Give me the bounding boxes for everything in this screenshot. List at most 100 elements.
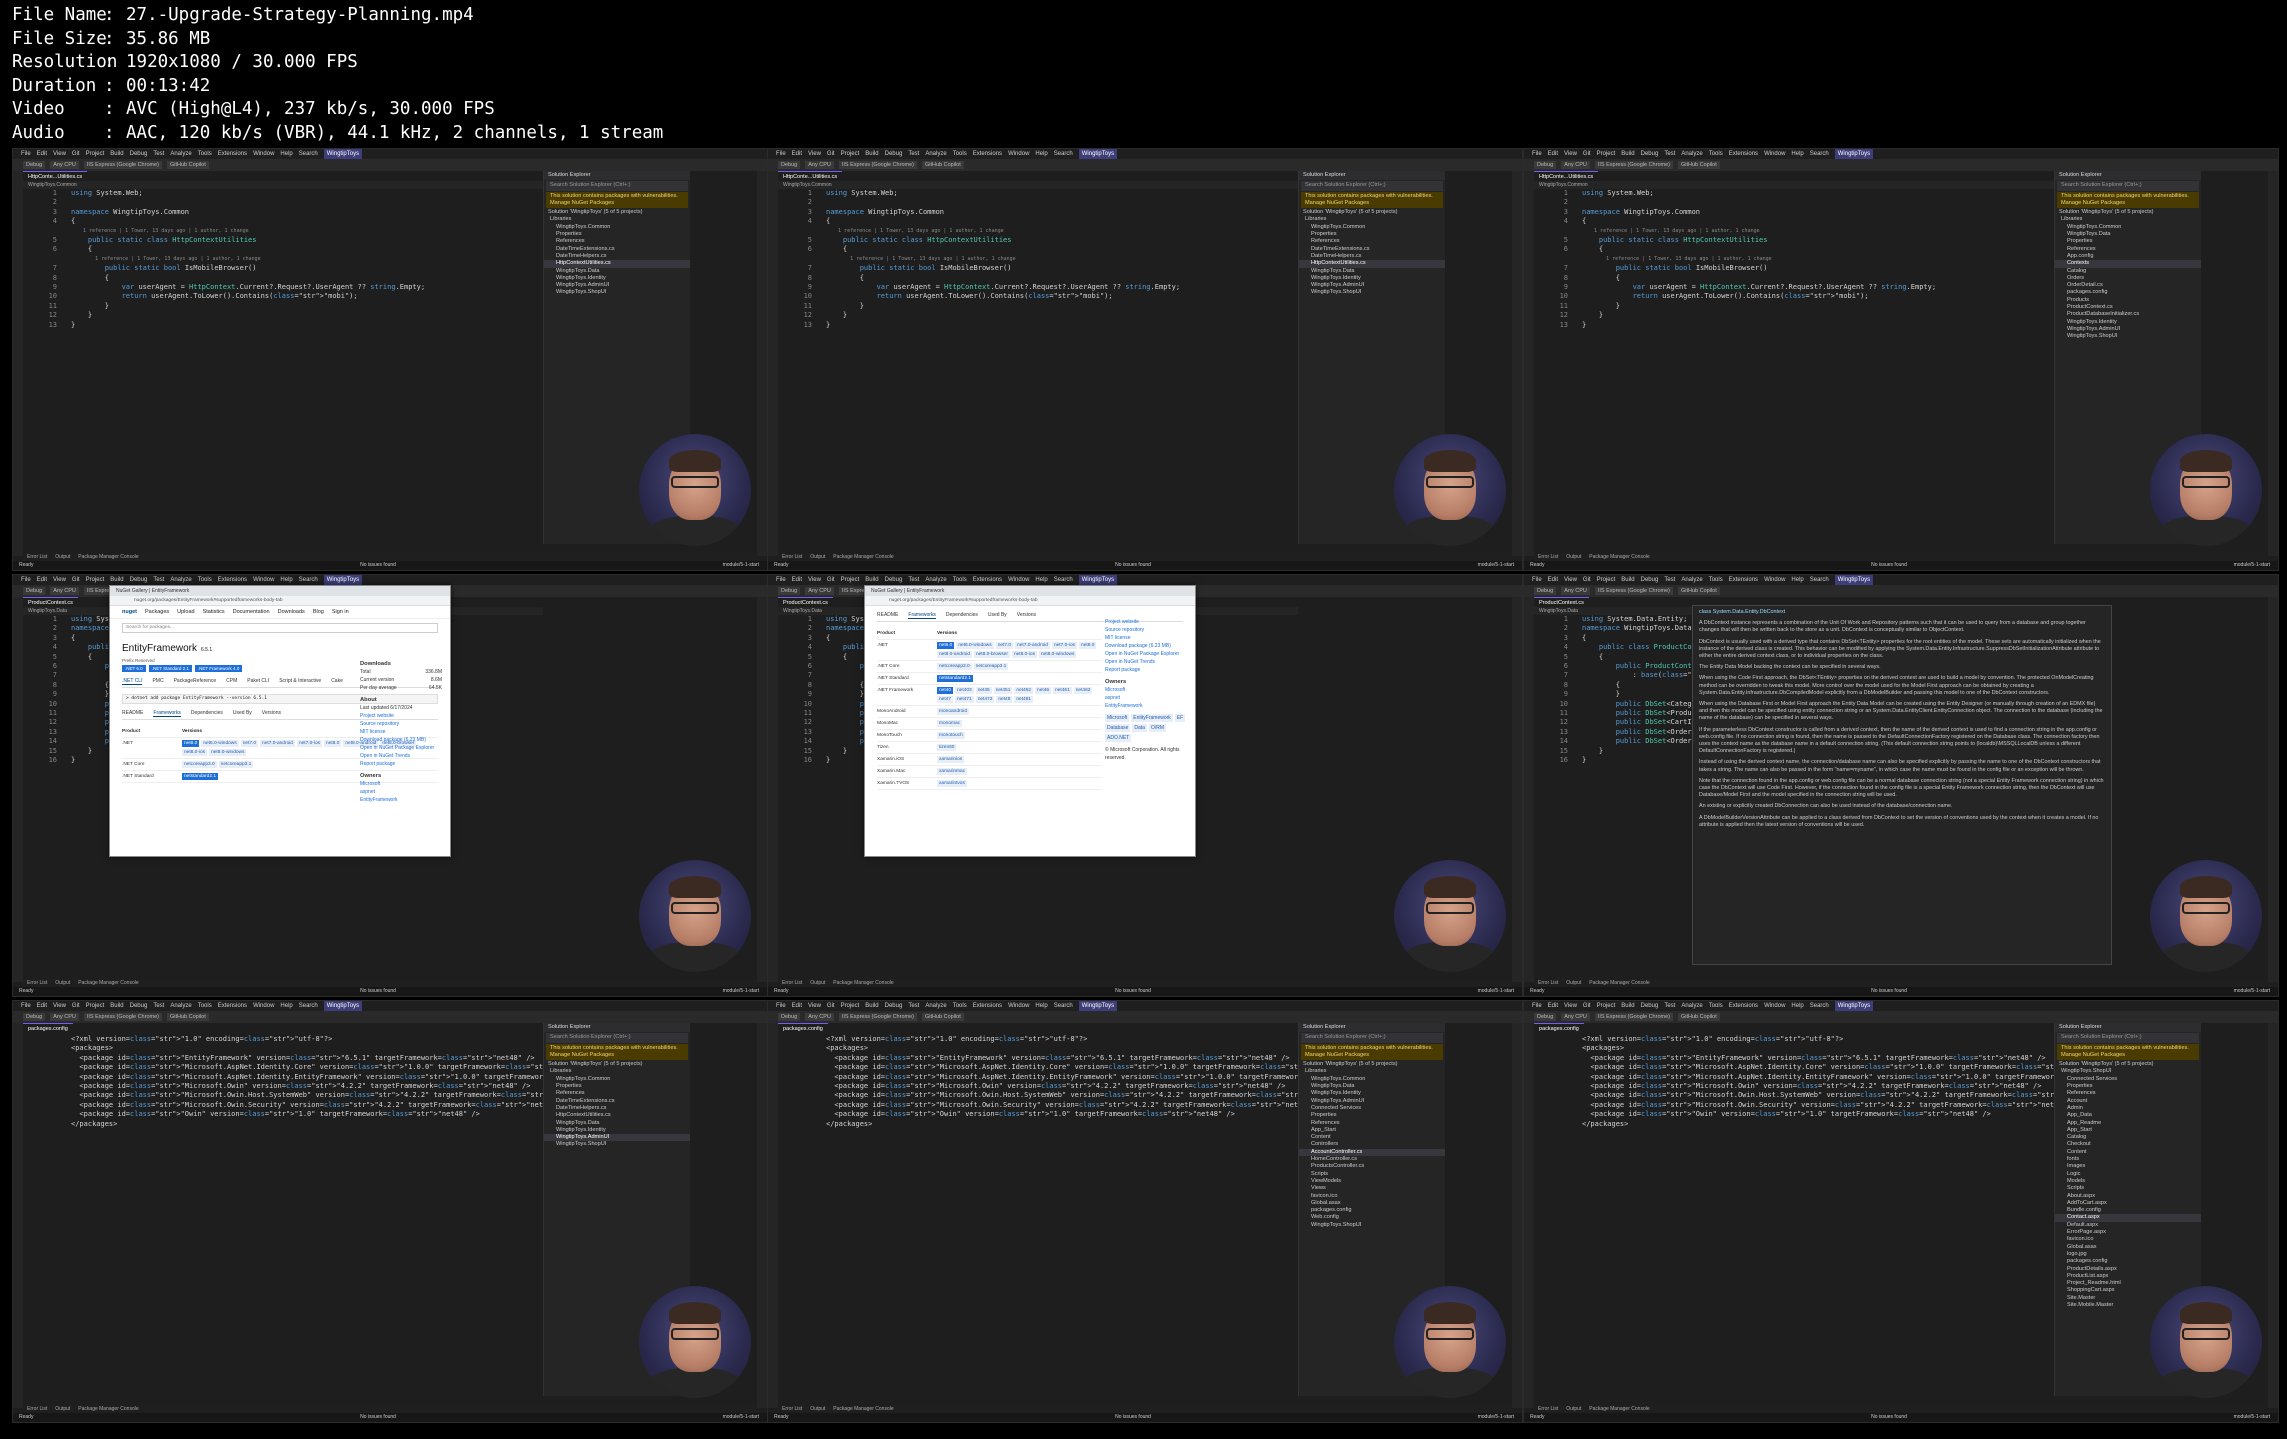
menu-item[interactable]: Git bbox=[827, 149, 835, 159]
menu-item[interactable]: Git bbox=[827, 1001, 835, 1011]
menu-item[interactable]: Test bbox=[153, 1001, 164, 1011]
menu-item[interactable]: View bbox=[1564, 1001, 1577, 1011]
status-issues[interactable]: No issues found bbox=[360, 1413, 396, 1422]
menu-item[interactable]: Window bbox=[1764, 1001, 1785, 1011]
panel-tab[interactable]: Error List bbox=[27, 553, 47, 561]
panel-tab[interactable]: Package Manager Console bbox=[833, 553, 893, 561]
toolbar-control[interactable]: GitHub Copilot bbox=[921, 161, 964, 169]
framework-version-chip[interactable]: monoandroid bbox=[937, 708, 970, 715]
menu-item[interactable]: Edit bbox=[792, 575, 802, 585]
menu-item[interactable]: Tools bbox=[1709, 149, 1723, 159]
menu-item[interactable]: Tools bbox=[953, 575, 967, 585]
solution-tree-item[interactable]: References bbox=[2055, 1090, 2201, 1097]
menu-item[interactable]: Git bbox=[827, 575, 835, 585]
panel-tab[interactable]: Package Manager Console bbox=[1589, 979, 1649, 987]
menu-item[interactable]: Tools bbox=[198, 1001, 212, 1011]
menu-item[interactable]: Build bbox=[865, 149, 878, 159]
solution-search-input[interactable]: Search Solution Explorer (Ctrl+;) bbox=[2057, 1033, 2199, 1043]
solution-tree-item[interactable]: HttpContextUtilities.cs bbox=[544, 260, 690, 268]
owner-link[interactable]: aspnet bbox=[1105, 694, 1187, 702]
menu-item[interactable]: Tools bbox=[953, 149, 967, 159]
menu-item[interactable]: Analyze bbox=[170, 1001, 191, 1011]
vulnerability-warning[interactable]: This solution contains packages with vul… bbox=[546, 1043, 688, 1061]
solution-search-input[interactable]: Search Solution Explorer (Ctrl+;) bbox=[546, 1033, 688, 1043]
framework-version-chip[interactable]: netcoreapp3.0 bbox=[937, 663, 972, 670]
menu-item[interactable]: Tools bbox=[198, 149, 212, 159]
solution-tree-item[interactable]: References bbox=[544, 1090, 690, 1097]
panel-tab[interactable]: Error List bbox=[1538, 979, 1558, 987]
menu-item[interactable]: Search bbox=[299, 149, 318, 159]
menu-item[interactable]: Help bbox=[1035, 149, 1047, 159]
solution-tree-item[interactable]: Catalog bbox=[2055, 1134, 2201, 1141]
solution-tree-item[interactable]: Global.asax bbox=[2055, 1244, 2201, 1251]
framework-version-chip[interactable]: net481 bbox=[1014, 696, 1034, 703]
solution-tree-item[interactable]: Content bbox=[2055, 1149, 2201, 1156]
solution-tree-item[interactable]: App_Readme bbox=[2055, 1120, 2201, 1127]
solution-root[interactable]: Solution 'WingtipToys' (5 of 5 projects) bbox=[544, 1061, 690, 1068]
browser-tab[interactable]: NuGet Gallery | EntityFramework bbox=[865, 586, 1195, 596]
package-subtab[interactable]: Frameworks bbox=[153, 710, 181, 717]
about-link[interactable]: Project website bbox=[1105, 618, 1187, 626]
panel-tab[interactable]: Package Manager Console bbox=[1589, 1405, 1649, 1413]
menu-item[interactable]: Window bbox=[1764, 149, 1785, 159]
status-issues[interactable]: No issues found bbox=[1115, 987, 1151, 996]
status-issues[interactable]: No issues found bbox=[360, 987, 396, 996]
solution-tree-item[interactable]: Libraries bbox=[2055, 216, 2201, 223]
solution-tree-item[interactable]: ViewModels bbox=[1299, 1178, 1445, 1185]
toolbar-control[interactable]: GitHub Copilot bbox=[921, 1013, 964, 1021]
browser-address-bar[interactable]: nuget.org/packages/EntityFramework#suppo… bbox=[865, 596, 1195, 606]
menu-item[interactable]: Build bbox=[1621, 149, 1634, 159]
solution-tree-item[interactable]: Project_Readme.html bbox=[2055, 1280, 2201, 1287]
solution-tree-item[interactable]: Contexts bbox=[2055, 260, 2201, 268]
solution-tree-item[interactable]: Images bbox=[2055, 1163, 2201, 1170]
menu-item[interactable]: Search bbox=[1054, 149, 1073, 159]
framework-version-chip[interactable]: net451 bbox=[993, 687, 1013, 694]
solution-tree-item[interactable]: packages.config bbox=[2055, 1258, 2201, 1265]
solution-tree-item[interactable]: WingtipToys.ShopUI bbox=[1299, 1222, 1445, 1229]
panel-tab[interactable]: Package Manager Console bbox=[78, 1405, 138, 1413]
breadcrumb[interactable]: WingtipToys.Common bbox=[23, 181, 543, 189]
panel-tab[interactable]: Error List bbox=[782, 979, 802, 987]
menu-item[interactable]: File bbox=[1532, 575, 1542, 585]
framework-version-chip[interactable]: xamarintvos bbox=[937, 780, 967, 787]
framework-version-chip[interactable]: net6.0 bbox=[937, 642, 955, 649]
toolbar-control[interactable]: GitHub Copilot bbox=[1677, 1013, 1720, 1021]
menu-item[interactable]: Debug bbox=[1641, 149, 1659, 159]
menu-item[interactable]: File bbox=[21, 575, 31, 585]
editor-tab[interactable]: ProductContext.cs bbox=[1534, 597, 1589, 607]
status-branch[interactable]: module/5-1-start bbox=[1478, 561, 1514, 570]
editor-tab[interactable]: ProductContext.cs bbox=[23, 597, 78, 607]
menu-item[interactable]: File bbox=[776, 575, 786, 585]
framework-version-chip[interactable]: net7.0-android bbox=[1015, 642, 1050, 649]
menu-item[interactable]: Build bbox=[110, 149, 123, 159]
toolbar-control[interactable]: GitHub Copilot bbox=[1677, 161, 1720, 169]
menu-item[interactable]: Analyze bbox=[1681, 575, 1702, 585]
panel-tab[interactable]: Output bbox=[55, 1405, 70, 1413]
solution-tree-item[interactable]: Connected Services bbox=[1299, 1105, 1445, 1112]
panel-tab[interactable]: Output bbox=[55, 553, 70, 561]
about-link[interactable]: MIT license bbox=[1105, 634, 1187, 642]
panel-tab[interactable]: Output bbox=[810, 979, 825, 987]
toolbar-control[interactable]: Any CPU bbox=[50, 587, 79, 595]
menu-item[interactable]: Extensions bbox=[1729, 149, 1758, 159]
toolbar-control[interactable]: Debug bbox=[1534, 587, 1557, 595]
framework-version-chip[interactable]: net6.0 bbox=[182, 740, 200, 747]
solution-tree-item[interactable]: ErrorPage.aspx bbox=[2055, 1229, 2201, 1236]
menu-item[interactable]: Search bbox=[1810, 149, 1829, 159]
toolbar-control[interactable]: IIS Express (Google Chrome) bbox=[83, 1013, 162, 1021]
solution-tree-item[interactable]: WingtipToys.Identity bbox=[1299, 1090, 1445, 1097]
panel-tab[interactable]: Package Manager Console bbox=[833, 1405, 893, 1413]
solution-tree-item[interactable]: References bbox=[2055, 246, 2201, 253]
nuget-nav-link[interactable]: Blog bbox=[313, 606, 324, 618]
menu-item[interactable]: Extensions bbox=[218, 575, 247, 585]
status-branch[interactable]: module/5-1-start bbox=[2234, 561, 2270, 570]
editor-tab[interactable]: HttpConte...Utilities.cs bbox=[778, 171, 843, 181]
install-cmd-tab[interactable]: CPM bbox=[226, 678, 237, 685]
framework-version-chip[interactable]: net48 bbox=[996, 696, 1013, 703]
about-link[interactable]: Source repository bbox=[1105, 626, 1187, 634]
menu-item[interactable]: Help bbox=[280, 149, 292, 159]
menu-item[interactable]: Window bbox=[1008, 149, 1029, 159]
menu-item[interactable]: Build bbox=[1621, 1001, 1634, 1011]
solution-search-input[interactable]: Search Solution Explorer (Ctrl+;) bbox=[2057, 181, 2199, 191]
menu-item[interactable]: Build bbox=[1621, 575, 1634, 585]
